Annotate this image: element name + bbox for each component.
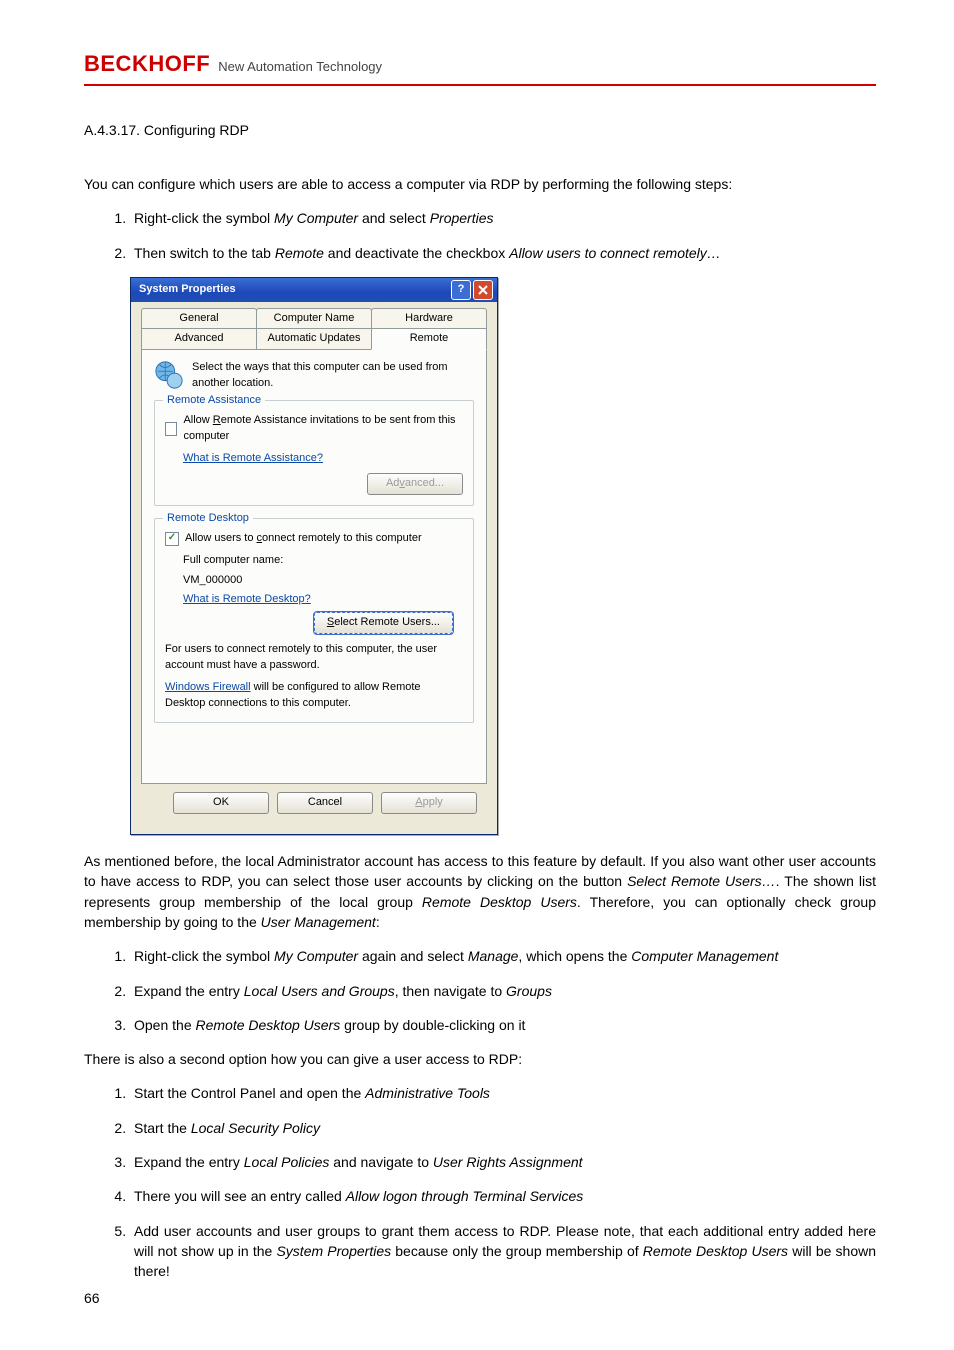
paragraph: There is also a second option how you ca… <box>84 1049 876 1069</box>
dialog-footer: OK Cancel Apply <box>141 784 487 824</box>
tab-row-top: General Computer Name Hardware <box>141 308 487 329</box>
list-item: Add user accounts and user groups to gra… <box>130 1221 876 1282</box>
what-is-remote-assistance-link[interactable]: What is Remote Assistance? <box>183 452 323 464</box>
close-icon[interactable] <box>473 280 493 300</box>
select-remote-users-button[interactable]: Select Remote Users... <box>314 612 453 634</box>
group-legend: Remote Assistance <box>163 393 265 409</box>
group-legend: Remote Desktop <box>163 511 253 527</box>
tab-remote[interactable]: Remote <box>371 328 487 350</box>
page-number: 66 <box>84 1288 100 1308</box>
tab-computer-name[interactable]: Computer Name <box>256 308 372 329</box>
steps-list-b: Right-click the symbol My Computer again… <box>84 946 876 1035</box>
allow-remote-assistance-checkbox[interactable] <box>165 422 177 436</box>
section-heading: A.4.3.17. Configuring RDP <box>84 120 876 140</box>
full-computer-name-value: VM_000000 <box>183 573 463 589</box>
page-header: BECKHOFF New Automation Technology <box>84 48 876 86</box>
tab-general[interactable]: General <box>141 308 257 329</box>
list-item: There you will see an entry called Allow… <box>130 1186 876 1206</box>
list-item: Right-click the symbol My Computer and s… <box>130 208 876 228</box>
list-item: Start the Local Security Policy <box>130 1118 876 1138</box>
tab-automatic-updates[interactable]: Automatic Updates <box>256 328 372 350</box>
password-note: For users to connect remotely to this co… <box>165 642 463 674</box>
system-properties-dialog: System Properties ? General Computer Nam… <box>130 277 498 835</box>
what-is-remote-desktop-link[interactable]: What is Remote Desktop? <box>183 593 311 605</box>
allow-remote-desktop-checkbox[interactable]: ✓ <box>165 532 179 546</box>
remote-assistance-group: Remote Assistance Allow Remote Assistanc… <box>154 400 474 506</box>
globe-icon <box>154 360 184 390</box>
remote-desktop-group: Remote Desktop ✓ Allow users to connect … <box>154 518 474 724</box>
tab-row-bottom: Advanced Automatic Updates Remote <box>141 328 487 350</box>
paragraph: As mentioned before, the local Administr… <box>84 851 876 932</box>
advanced-button[interactable]: Advanced... <box>367 473 463 495</box>
full-computer-name-label: Full computer name: <box>183 553 463 569</box>
tab-advanced[interactable]: Advanced <box>141 328 257 350</box>
checkbox-label: Allow users to connect remotely to this … <box>185 531 422 547</box>
windows-firewall-link[interactable]: Windows Firewall <box>165 681 251 693</box>
list-item: Open the Remote Desktop Users group by d… <box>130 1015 876 1035</box>
steps-list-a: Right-click the symbol My Computer and s… <box>84 208 876 263</box>
steps-list-c: Start the Control Panel and open the Adm… <box>84 1083 876 1281</box>
help-icon[interactable]: ? <box>451 280 471 300</box>
tab-hardware[interactable]: Hardware <box>371 308 487 329</box>
ok-button[interactable]: OK <box>173 792 269 814</box>
panel-intro: Select the ways that this computer can b… <box>192 360 474 392</box>
dialog-title: System Properties <box>139 282 236 298</box>
remote-tab-panel: Select the ways that this computer can b… <box>141 349 487 784</box>
brand-logo: BECKHOFF <box>84 48 210 80</box>
intro-text: You can configure which users are able t… <box>84 174 876 194</box>
list-item: Right-click the symbol My Computer again… <box>130 946 876 966</box>
list-item: Expand the entry Local Policies and navi… <box>130 1152 876 1172</box>
cancel-button[interactable]: Cancel <box>277 792 373 814</box>
brand-tagline: New Automation Technology <box>218 58 382 77</box>
list-item: Expand the entry Local Users and Groups,… <box>130 981 876 1001</box>
list-item: Start the Control Panel and open the Adm… <box>130 1083 876 1103</box>
apply-button[interactable]: Apply <box>381 792 477 814</box>
list-item: Then switch to the tab Remote and deacti… <box>130 243 876 263</box>
checkbox-label: Allow Remote Assistance invitations to b… <box>183 413 463 445</box>
dialog-titlebar[interactable]: System Properties ? <box>131 278 497 302</box>
firewall-note: Windows Firewall will be configured to a… <box>165 680 463 712</box>
